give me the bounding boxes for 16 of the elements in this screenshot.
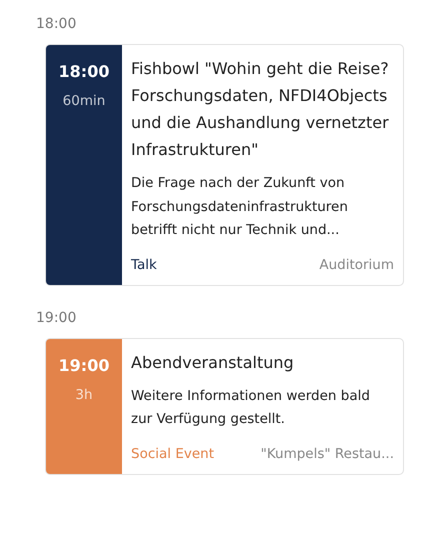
- start-time: 18:00: [58, 61, 110, 83]
- session-title: Abendveranstaltung: [131, 352, 295, 374]
- time-slot-heading: 19:00: [36, 308, 78, 328]
- time-slot-heading: 18:00: [36, 15, 78, 34]
- session-category: Talk: [131, 256, 157, 274]
- session-location: "Kumpels" Restau...: [260, 444, 394, 464]
- session-card[interactable]: 19:00 3h Abendveranstaltung Weitere Informationen werden bald zur Verfügung gestellt. Social Event "Kumpels" Restau...: [45, 338, 404, 474]
- session-description: Weitere Informationen werden bald zur Verfügung gestellt.: [131, 386, 371, 429]
- session-description: Die Frage nach der Zukunft von Forschungsdateninfrastrukturen betrifft nicht nur Technik und...: [131, 174, 349, 240]
- duration: 60min: [62, 93, 106, 109]
- duration: 3h: [75, 386, 93, 402]
- session-title: Fishbowl "Wohin geht die Reise? Forschungsdaten, NFDI4Objects und die Aushandlung vernetzter Infrastrukturen": [131, 58, 390, 161]
- start-time: 19:00: [58, 354, 110, 376]
- session-category: Social Event: [131, 444, 214, 464]
- session-card[interactable]: [45, 44, 404, 286]
- session-location: Auditorium: [319, 256, 394, 274]
